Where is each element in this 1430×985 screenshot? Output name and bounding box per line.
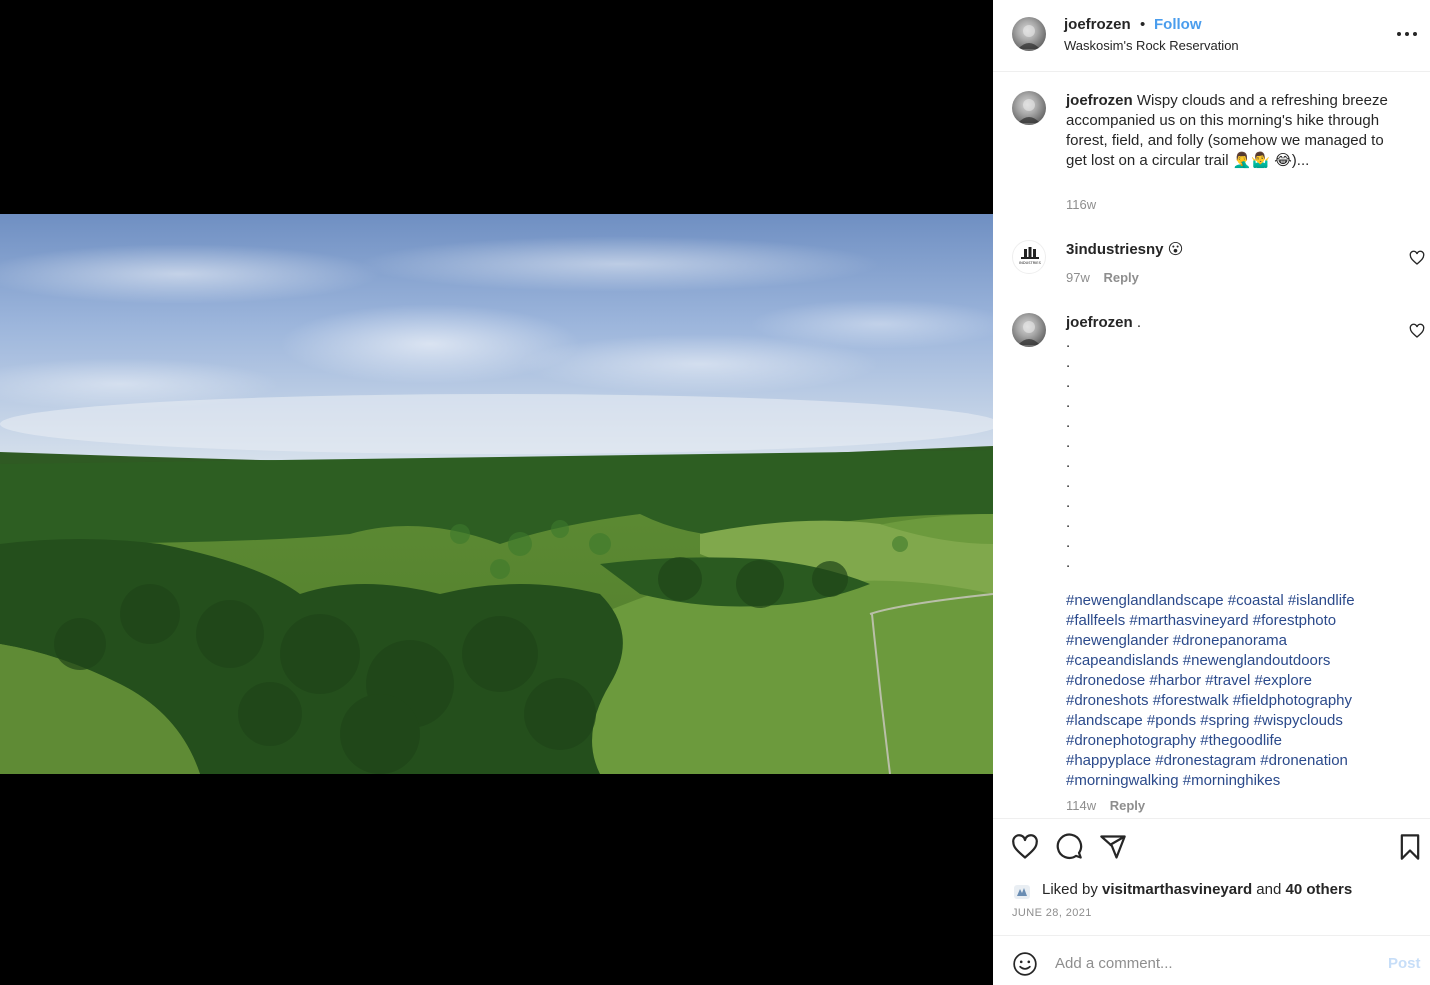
dot-line: . (1066, 334, 1071, 351)
dot-line: . (1066, 474, 1071, 491)
likes-summary: Liked by visitmarthasvineyard and 40 oth… (1015, 881, 1352, 898)
hashtag-line[interactable]: #happyplace #dronestagram #dronenation (1066, 752, 1348, 769)
dot-line: . (1066, 374, 1071, 391)
reply-button[interactable]: Reply (1110, 798, 1145, 813)
post-location[interactable]: Waskosim's Rock Reservation (1064, 38, 1239, 53)
heart-icon[interactable] (1011, 833, 1039, 861)
post-date[interactable]: JUNE 28, 2021 (1012, 907, 1092, 919)
caption-avatar[interactable] (1012, 91, 1046, 125)
caption-time[interactable]: 116w (1066, 197, 1096, 212)
dot-line: . (1066, 354, 1071, 371)
post-photo[interactable] (0, 214, 993, 774)
commenter-avatar[interactable]: INDUSTRIES (1012, 240, 1046, 274)
hashtag-line[interactable]: #capeandislands #newenglandoutdoors (1066, 652, 1330, 669)
post-media (0, 0, 993, 985)
comment-heart-icon[interactable] (1409, 250, 1425, 266)
comment-username[interactable]: joefrozen (1066, 314, 1133, 331)
hashtag-line[interactable]: #morningwalking #morninghikes (1066, 772, 1280, 789)
person-avatar-image (1018, 25, 1040, 49)
avatar-text: INDUSTRIES (1019, 261, 1041, 265)
post-panel: joefrozen • Follow Waskosim's Rock Reser… (993, 0, 1430, 985)
likes-and-label: and (1256, 881, 1282, 898)
industries-logo-icon: INDUSTRIES (1019, 247, 1042, 265)
hashtag-block: #newenglandlandscape #coastal #islandlif… (1066, 591, 1402, 791)
caption-username[interactable]: joefrozen (1066, 92, 1133, 109)
comment-heart-icon[interactable] (1409, 323, 1425, 339)
comment-time[interactable]: 97w (1066, 270, 1090, 285)
hashtag-line[interactable]: #dronephotography #thegoodlife (1066, 732, 1282, 749)
dot-line: . (1066, 494, 1071, 511)
comment-meta: 97w Reply (1066, 270, 1139, 285)
author-username[interactable]: joefrozen (1064, 16, 1131, 33)
comment-body: joefrozen . . . . . . . . . . . . . #new… (1066, 313, 1402, 791)
liked-by-label: Liked by (1042, 881, 1098, 898)
comment-meta: 114w Reply (1066, 798, 1145, 813)
comment-icon[interactable] (1055, 833, 1083, 861)
person-avatar-image (1018, 99, 1040, 123)
liker-username[interactable]: visitmarthasvineyard (1102, 881, 1252, 898)
comment-time[interactable]: 114w (1066, 798, 1096, 813)
separator-dot: • (1140, 16, 1146, 33)
hashtag-line[interactable]: #landscape #ponds #spring #wispyclouds (1066, 712, 1343, 729)
hashtag-line[interactable]: #dronedose #harbor #travel #explore (1066, 672, 1312, 689)
share-icon[interactable] (1099, 833, 1127, 861)
hashtag-line[interactable]: #droneshots #forestwalk #fieldphotograph… (1066, 692, 1352, 709)
comment-body: 3industriesny 😮 (1066, 240, 1402, 260)
comment-username[interactable]: 3industriesny (1066, 241, 1164, 258)
dot-line: . (1066, 414, 1071, 431)
dot-line: . (1066, 394, 1071, 411)
reply-button[interactable]: Reply (1103, 270, 1138, 285)
hashtag-line[interactable]: #newenglandlandscape #coastal #islandlif… (1066, 592, 1355, 609)
comment-text: . (1136, 314, 1142, 331)
dot-line: . (1066, 454, 1071, 471)
follow-button[interactable]: Follow (1154, 16, 1202, 33)
caption-meta: 116w (1066, 197, 1096, 212)
dot-line: . (1066, 534, 1071, 551)
hashtag-line[interactable]: #newenglander #dronepanorama (1066, 632, 1287, 649)
commenter-avatar[interactable] (1012, 313, 1046, 347)
dot-line: . (1066, 514, 1071, 531)
more-options-icon[interactable] (1395, 22, 1419, 46)
landscape-photo (0, 214, 993, 774)
comment-text: 😮 (1167, 241, 1184, 258)
post-header: joefrozen • Follow Waskosim's Rock Reser… (993, 0, 1430, 72)
emoji-icon[interactable] (1012, 951, 1038, 977)
dot-lines: . . . . . . . . . . . . (1066, 333, 1402, 573)
caption-body: joefrozen Wispy clouds and a refreshing … (1066, 91, 1402, 171)
add-comment-bar: Post (993, 935, 1430, 985)
post-button[interactable]: Post (1388, 955, 1421, 972)
comment-input[interactable] (1055, 948, 1375, 978)
author-avatar[interactable] (1012, 17, 1046, 51)
hashtag-line[interactable]: #fallfeels #marthasvineyard #forestphoto (1066, 612, 1336, 629)
post-actions: Liked by visitmarthasvineyard and 40 oth… (993, 818, 1430, 938)
dot-line: . (1066, 554, 1071, 571)
dot-line: . (1066, 434, 1071, 451)
person-avatar-image (1018, 321, 1040, 345)
likes-others-link[interactable]: 40 others (1286, 881, 1353, 898)
bookmark-icon[interactable] (1396, 833, 1424, 861)
